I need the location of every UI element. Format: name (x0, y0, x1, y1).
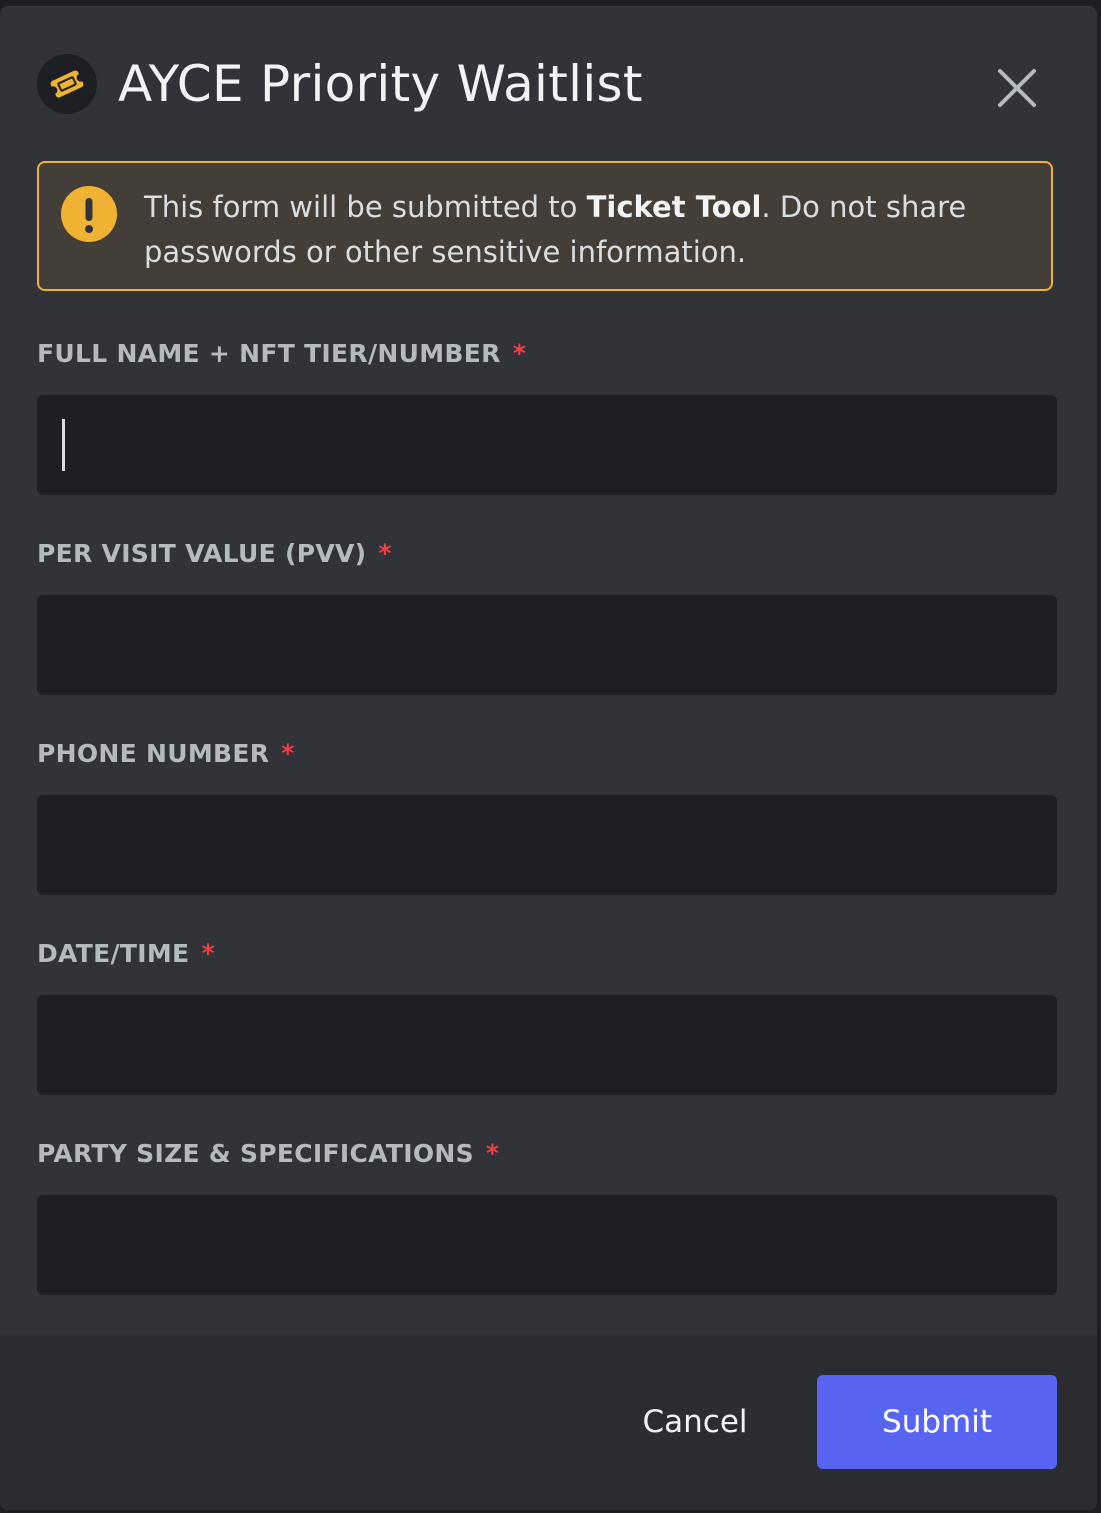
required-marker: * (378, 539, 392, 568)
modal-header: AYCE Priority Waitlist (37, 52, 1057, 116)
pvv-input[interactable] (37, 595, 1057, 695)
modal-dialog: AYCE Priority Waitlist This form will be… (0, 6, 1097, 1510)
field-label-party-size: PARTY SIZE & SPECIFICATIONS * (37, 1139, 499, 1168)
modal-footer: Cancel Submit (0, 1335, 1097, 1510)
submit-button[interactable]: Submit (817, 1375, 1057, 1469)
required-marker: * (485, 1139, 500, 1168)
ticket-icon (37, 54, 97, 114)
field-label-pvv: PER VISIT VALUE (PVV) * (37, 539, 392, 568)
party-size-input[interactable] (37, 1195, 1057, 1295)
close-button[interactable] (997, 68, 1037, 108)
field-label-datetime: DATE/TIME * (37, 939, 215, 968)
field-label-full-name: FULL NAME + NFT TIER/NUMBER * (37, 339, 526, 368)
field-label-text: PHONE NUMBER (37, 739, 270, 768)
phone-number-input[interactable] (37, 795, 1057, 895)
warning-banner: This form will be submitted to Ticket To… (37, 161, 1053, 291)
required-marker: * (281, 739, 295, 768)
full-name-input[interactable] (37, 395, 1057, 495)
exclamation-circle-icon (61, 186, 117, 242)
warning-text: This form will be submitted to Ticket To… (144, 185, 1024, 275)
cancel-button[interactable]: Cancel (620, 1375, 770, 1469)
modal-title: AYCE Priority Waitlist (118, 55, 643, 113)
field-label-text: PARTY SIZE & SPECIFICATIONS (37, 1139, 474, 1168)
field-label-text: DATE/TIME (37, 939, 190, 968)
field-label-text: FULL NAME + NFT TIER/NUMBER (37, 339, 501, 368)
field-label-phone: PHONE NUMBER * (37, 739, 295, 768)
required-marker: * (512, 339, 527, 368)
required-marker: * (201, 939, 215, 968)
datetime-input[interactable] (37, 995, 1057, 1095)
warning-text-before: This form will be submitted to (144, 190, 587, 224)
text-caret (62, 419, 65, 471)
field-label-text: PER VISIT VALUE (PVV) (37, 539, 367, 568)
warning-app-name: Ticket Tool (586, 190, 762, 224)
close-icon (998, 69, 1036, 107)
